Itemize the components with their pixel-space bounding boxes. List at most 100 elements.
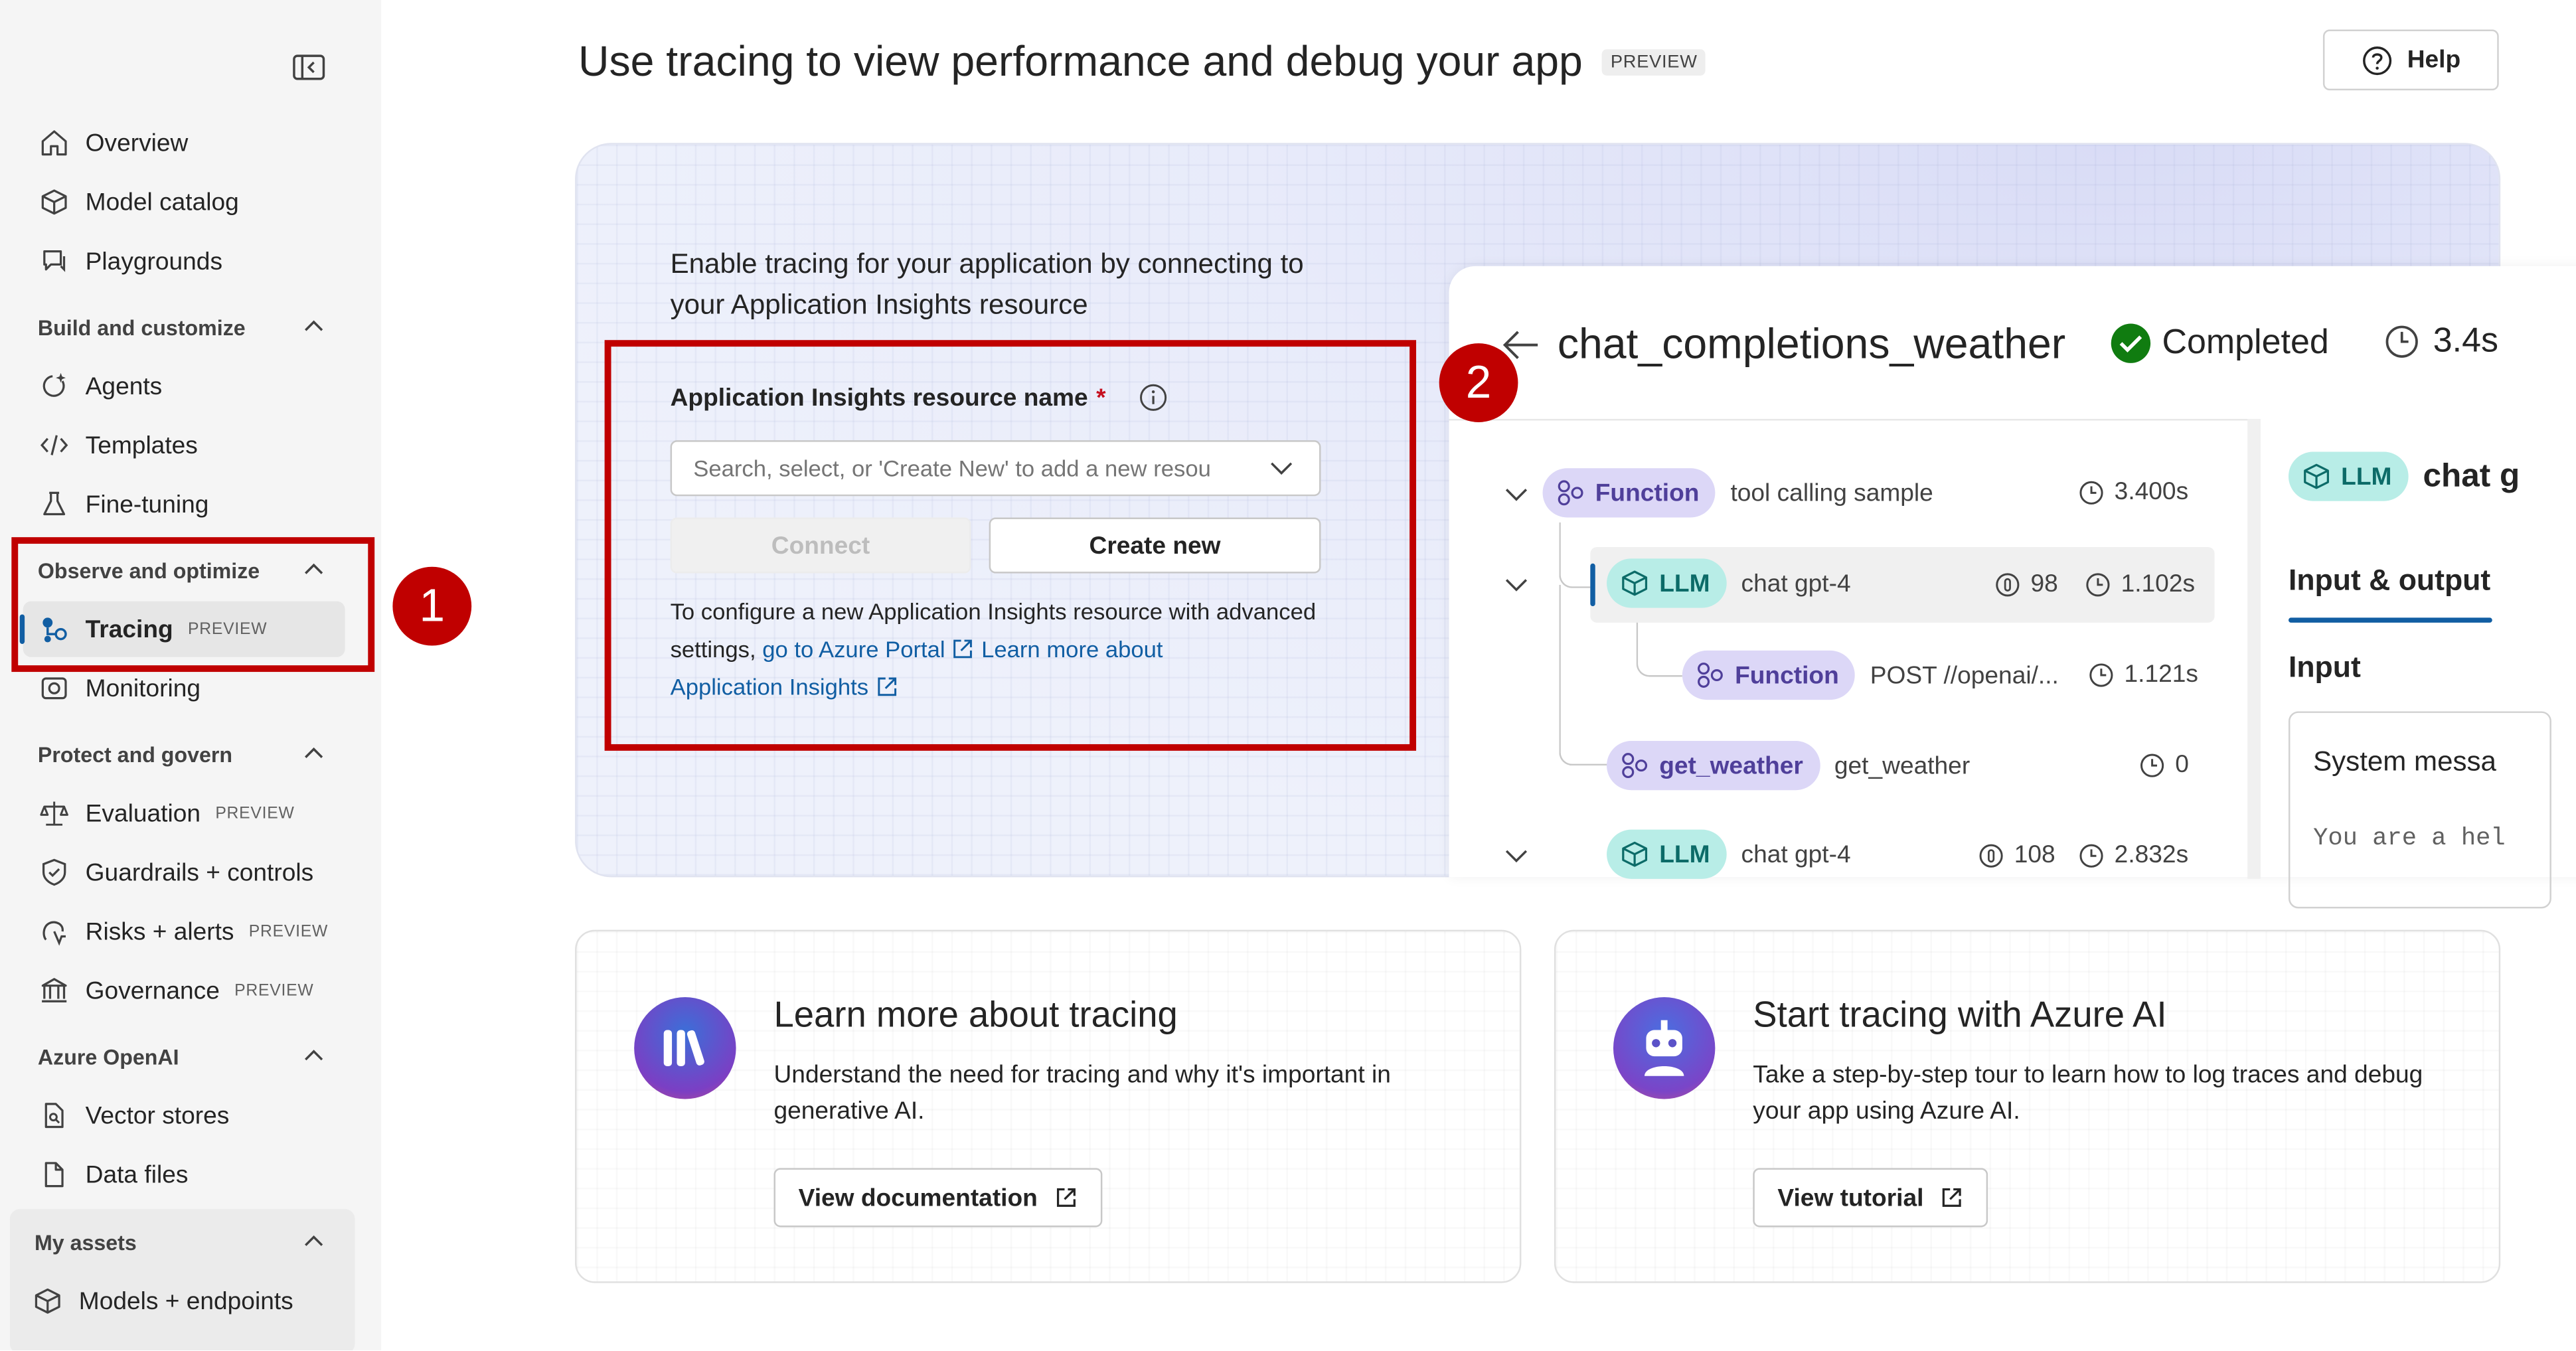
sidebar-item-fine-tuning[interactable]: Fine-tuning — [23, 477, 345, 532]
chevron-down-icon[interactable] — [1503, 572, 1530, 598]
preview-badge: PREVIEW — [215, 804, 295, 823]
section-build-and-customize[interactable]: Build and customize — [38, 307, 325, 347]
clock-icon — [2383, 323, 2419, 359]
sidebar-item-label: Guardrails + controls — [85, 858, 314, 886]
chevron-down-icon[interactable] — [1503, 842, 1530, 869]
row-time: 2.832s — [2078, 841, 2188, 869]
cube-icon — [2302, 461, 2332, 491]
sidebar-item-overview[interactable]: Overview — [23, 115, 345, 171]
clock-icon — [2078, 479, 2105, 505]
hero-intro-text: Enable tracing for your application by c… — [670, 248, 1304, 321]
trace-row[interactable]: Function POST //openai/... — [1682, 650, 2059, 700]
trace-row[interactable]: LLM chat gpt-4 — [1607, 558, 1851, 608]
row-tokens: 108 — [1978, 841, 2055, 869]
sidebar-item-label: Agents — [85, 372, 163, 400]
divider — [1449, 418, 2255, 421]
learn-tracing-card: Learn more about tracing Understand the … — [575, 929, 1522, 1283]
help-button[interactable]: Help — [2322, 29, 2499, 91]
function-nodes-icon — [1696, 661, 1726, 690]
trace-duration: 3.4s — [2383, 322, 2498, 361]
preview-badge: PREVIEW — [248, 922, 329, 941]
chevron-up-icon — [305, 1235, 323, 1246]
chevron-down-icon[interactable] — [1503, 481, 1530, 508]
tab-input-output[interactable]: Input & output — [2289, 564, 2490, 598]
sidebar-item-label: Monitoring — [85, 674, 201, 702]
annotation-box-2 — [604, 340, 1417, 751]
sidebar-item-label: Models + endpoints — [78, 1287, 293, 1315]
row-name: chat gpt-4 — [1741, 840, 1851, 868]
sidebar-item-data-files[interactable]: Data files — [23, 1147, 345, 1202]
check-circle-icon — [2109, 322, 2152, 364]
preview-badge: PREVIEW — [234, 981, 314, 1000]
collapse-sidebar-button[interactable] — [291, 51, 327, 84]
view-tutorial-button[interactable]: View tutorial — [1753, 1168, 1988, 1228]
sidebar-item-label: Overview — [85, 129, 189, 157]
agent-sparkle-icon — [38, 370, 70, 402]
row-time: 0 — [2139, 751, 2189, 779]
sidebar-item-guardrails[interactable]: Guardrails + controls — [23, 844, 345, 900]
sidebar-item-governance[interactable]: Governance PREVIEW — [23, 963, 345, 1018]
alert-pulse-icon — [38, 915, 70, 947]
external-link-icon — [1940, 1186, 1963, 1210]
input-heading: Input — [2288, 650, 2361, 684]
row-name: get_weather — [1834, 752, 1971, 780]
tokens-text: 98 — [2030, 570, 2058, 598]
row-tokens: 98 — [1994, 570, 2058, 598]
view-documentation-button[interactable]: View documentation — [773, 1168, 1102, 1228]
monitor-camera-icon — [38, 672, 70, 704]
sidebar-item-risks-alerts[interactable]: Risks + alerts PREVIEW — [23, 904, 345, 959]
trace-row[interactable]: LLM chat gpt-4 — [1607, 829, 1851, 879]
page-title-text: Use tracing to view performance and debu… — [578, 36, 1583, 86]
pill-label: LLM — [2341, 462, 2392, 491]
section-label: Azure OpenAI — [37, 1044, 179, 1069]
section-azure-openai[interactable]: Azure OpenAI — [38, 1036, 325, 1075]
trace-row[interactable]: get_weather get_weather — [1607, 740, 1971, 791]
status-text: Completed — [2162, 323, 2329, 362]
start-tracing-card: Start tracing with Azure AI Take a step-… — [1554, 929, 2501, 1283]
sidebar-item-evaluation[interactable]: Evaluation PREVIEW — [23, 785, 345, 841]
button-label: View documentation — [798, 1183, 1038, 1212]
chevron-up-icon — [305, 320, 323, 331]
sidebar-item-models-endpoints[interactable]: Models + endpoints — [17, 1273, 339, 1329]
trace-row[interactable]: Function tool calling sample — [1542, 468, 1933, 518]
section-my-assets[interactable]: My assets — [35, 1222, 325, 1261]
detail-name: chat g — [2423, 457, 2520, 494]
sidebar-item-vector-stores[interactable]: Vector stores — [23, 1087, 345, 1143]
token-icon — [1994, 571, 2021, 597]
system-message-box — [2288, 711, 2551, 909]
pill-label: Function — [1595, 479, 1700, 507]
scales-icon — [38, 797, 70, 829]
annotation-badge-2: 2 — [1439, 343, 1518, 422]
function-nodes-icon — [1620, 751, 1650, 781]
system-message-title: System messa — [2313, 746, 2496, 777]
robot-icon — [1613, 997, 1716, 1099]
row-time: 1.102s — [2085, 570, 2195, 598]
shield-check-icon — [38, 856, 70, 888]
llm-pill: LLM — [2288, 451, 2409, 501]
sidebar-item-model-catalog[interactable]: Model catalog — [23, 174, 345, 230]
duration-text: 3.4s — [2433, 322, 2498, 360]
sidebar-item-label: Templates — [85, 431, 198, 459]
pill-label: LLM — [1659, 840, 1710, 868]
sidebar-item-label: Data files — [85, 1160, 189, 1189]
section-label: My assets — [34, 1230, 137, 1255]
clock-icon — [2078, 842, 2105, 868]
panel-collapse-icon — [293, 54, 325, 80]
sidebar-item-playgrounds[interactable]: Playgrounds — [23, 233, 345, 289]
sidebar-item-templates[interactable]: Templates — [23, 418, 345, 473]
function-pill: Function — [1542, 468, 1716, 518]
token-icon — [1978, 842, 2004, 868]
trace-title: chat_completions_weather — [1557, 319, 2066, 368]
cube-icon — [1620, 568, 1650, 598]
llm-pill: LLM — [1607, 829, 1727, 879]
chat-bubbles-icon — [38, 245, 70, 278]
clock-icon — [2085, 571, 2111, 597]
clock-icon — [2139, 752, 2166, 778]
sidebar-item-label: Governance — [85, 977, 220, 1005]
function-pill: get_weather — [1607, 740, 1820, 791]
section-protect-and-govern[interactable]: Protect and govern — [38, 734, 325, 773]
external-link-icon — [1054, 1186, 1078, 1210]
cube-stack-icon — [38, 186, 70, 218]
sidebar-item-label: Evaluation — [85, 799, 201, 827]
sidebar-item-agents[interactable]: Agents — [23, 358, 345, 414]
